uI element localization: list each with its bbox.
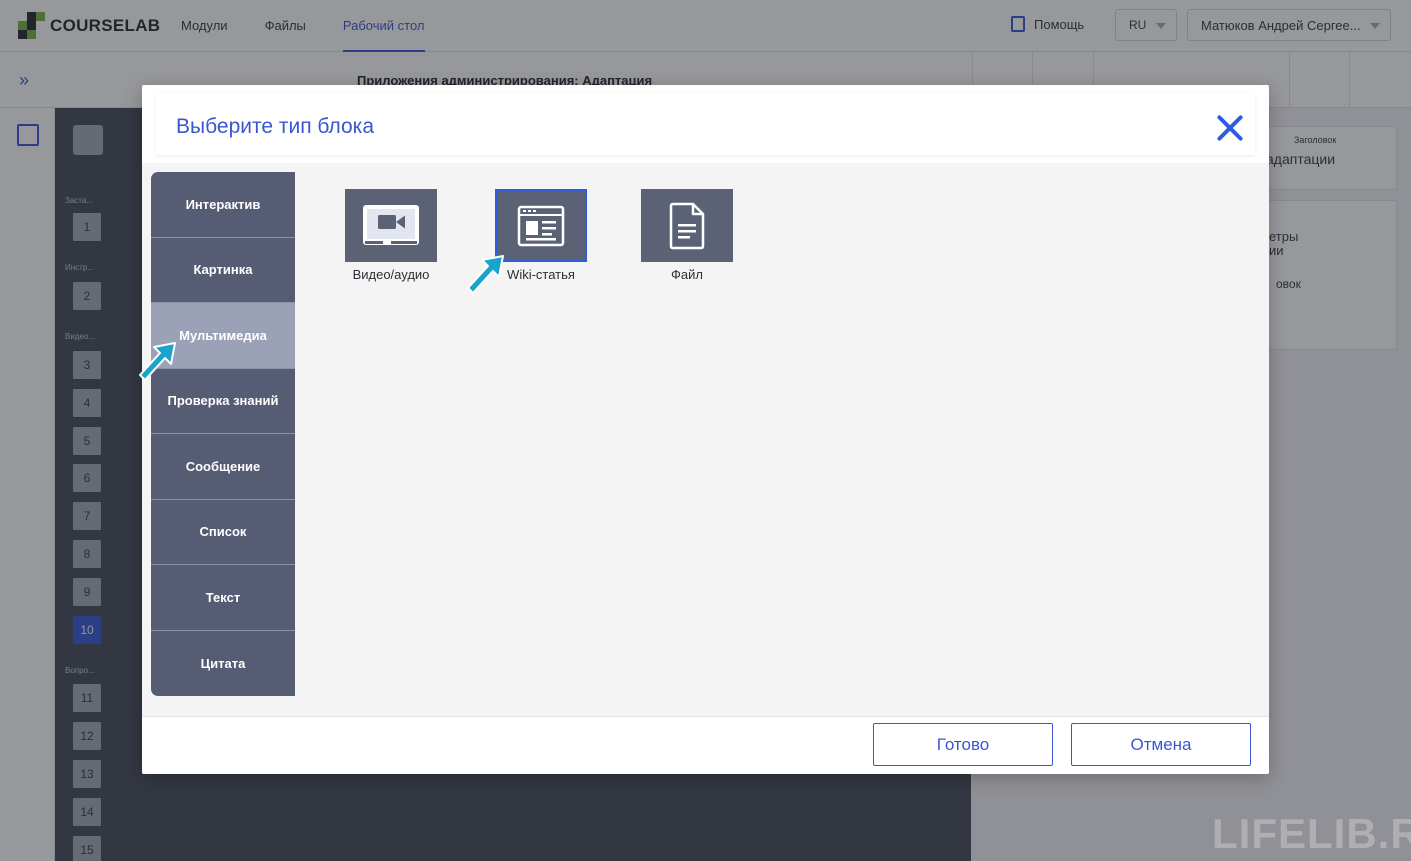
watermark: LIFELIB.RU bbox=[1212, 810, 1411, 857]
pointer-arrow-icon bbox=[139, 342, 176, 381]
type-label: Файл bbox=[671, 267, 703, 282]
type-label: Видео/аудио bbox=[352, 267, 430, 282]
wiki-article-icon bbox=[517, 205, 565, 246]
category-text[interactable]: Текст bbox=[151, 565, 295, 631]
type-tile-selected[interactable] bbox=[495, 189, 587, 262]
category-image[interactable]: Картинка bbox=[151, 238, 295, 303]
block-type-dialog: Выберите тип блока Интерактив Картинка М… bbox=[142, 85, 1269, 774]
cancel-button[interactable]: Отмена bbox=[1071, 723, 1251, 766]
type-tile[interactable] bbox=[641, 189, 733, 262]
file-icon bbox=[669, 202, 705, 249]
type-tile[interactable] bbox=[345, 189, 437, 262]
type-video-audio[interactable]: Видео/аудио bbox=[345, 189, 437, 282]
category-quote[interactable]: Цитата bbox=[151, 631, 295, 697]
dialog-body: Интерактив Картинка Мультимедиа Проверка… bbox=[142, 163, 1269, 716]
dialog-footer: Готово Отмена bbox=[142, 716, 1269, 774]
close-icon[interactable] bbox=[1215, 113, 1245, 143]
dialog-title: Выберите тип блока bbox=[176, 115, 375, 138]
done-button[interactable]: Готово bbox=[873, 723, 1053, 766]
category-list-item[interactable]: Список bbox=[151, 500, 295, 565]
pointer-arrow-icon bbox=[467, 255, 504, 294]
category-list: Интерактив Картинка Мультимедиа Проверка… bbox=[151, 172, 295, 696]
type-file[interactable]: Файл bbox=[641, 189, 733, 282]
video-icon bbox=[363, 204, 419, 245]
category-interactive[interactable]: Интерактив bbox=[151, 172, 295, 238]
category-message[interactable]: Сообщение bbox=[151, 434, 295, 500]
dialog-header: Выберите тип блока bbox=[156, 93, 1255, 155]
